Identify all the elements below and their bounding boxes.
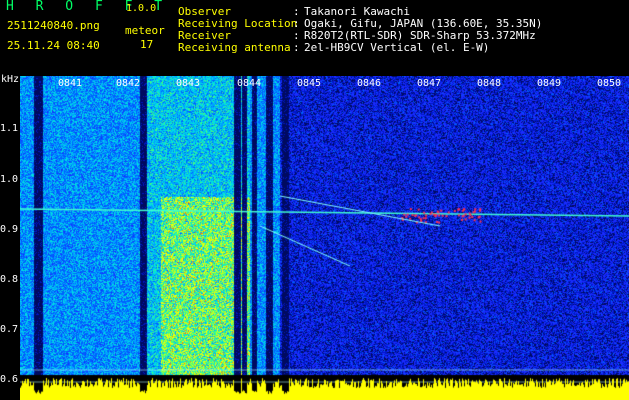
meteor-count: 17	[140, 38, 154, 51]
y-tick: 0.9	[0, 224, 19, 235]
y-tick: 0.8	[0, 274, 19, 285]
spectrogram-canvas	[20, 76, 629, 400]
timestamp: 25.11.24 08:40	[7, 39, 100, 52]
app-version: 1.0.0	[126, 3, 157, 14]
x-tick: 0847	[416, 78, 442, 89]
meteor-label: meteor	[125, 24, 165, 37]
x-tick: 0845	[296, 78, 322, 89]
x-tick: 0846	[356, 78, 382, 89]
y-tick: 1.0	[0, 174, 19, 185]
x-tick: 0848	[476, 78, 502, 89]
x-tick: 0841	[57, 78, 83, 89]
meta-key-antenna: Receiving antenna	[178, 41, 291, 54]
x-tick: 0844	[236, 78, 262, 89]
x-tick: 0843	[175, 78, 201, 89]
file-name: 2511240840.png	[7, 19, 100, 32]
y-axis-unit: kHz	[1, 74, 20, 85]
meta-value-antenna: 2el-HB9CV Vertical (el. E-W)	[304, 41, 490, 54]
x-tick: 0842	[115, 78, 141, 89]
x-tick: 0849	[536, 78, 562, 89]
y-tick: 0.7	[0, 324, 19, 335]
y-tick: 1.1	[0, 123, 19, 134]
meta-separator: :	[293, 41, 300, 54]
y-tick: 0.6	[0, 374, 19, 385]
x-tick: 0850	[596, 78, 622, 89]
